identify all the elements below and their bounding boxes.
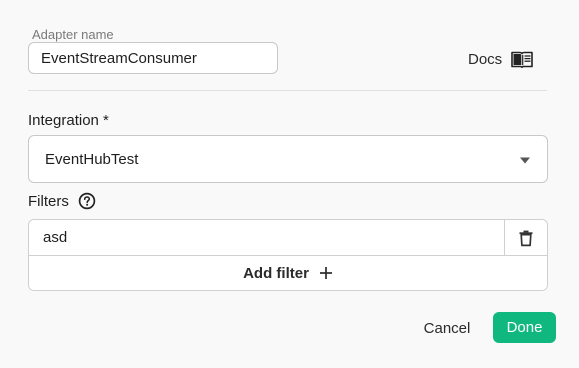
adapter-name-label: Adapter name — [32, 27, 114, 42]
integration-select[interactable]: EventHubTest — [28, 135, 548, 183]
delete-filter-button[interactable] — [505, 220, 547, 255]
cancel-button[interactable]: Cancel — [412, 313, 482, 343]
help-circle-icon[interactable] — [78, 192, 96, 210]
integration-label: Integration * — [28, 112, 109, 129]
done-button[interactable]: Done — [493, 312, 556, 343]
caret-down-icon — [520, 157, 530, 164]
trash-icon — [519, 230, 533, 246]
section-divider — [28, 90, 547, 91]
docs-label: Docs — [468, 50, 503, 68]
filter-input[interactable] — [29, 220, 505, 255]
adapter-name-field-group: Adapter name — [28, 27, 278, 74]
filters-list: Add filter — [28, 219, 548, 291]
integration-selected-value: EventHubTest — [45, 151, 139, 168]
book-open-icon — [511, 51, 533, 69]
add-filter-label: Add filter — [243, 264, 309, 282]
docs-link[interactable]: Docs — [468, 47, 534, 71]
filters-label: Filters — [28, 192, 69, 210]
plus-icon — [319, 267, 332, 279]
filters-header: Filters — [28, 191, 96, 211]
add-filter-button[interactable]: Add filter — [29, 256, 547, 290]
adapter-name-input[interactable] — [28, 42, 278, 74]
